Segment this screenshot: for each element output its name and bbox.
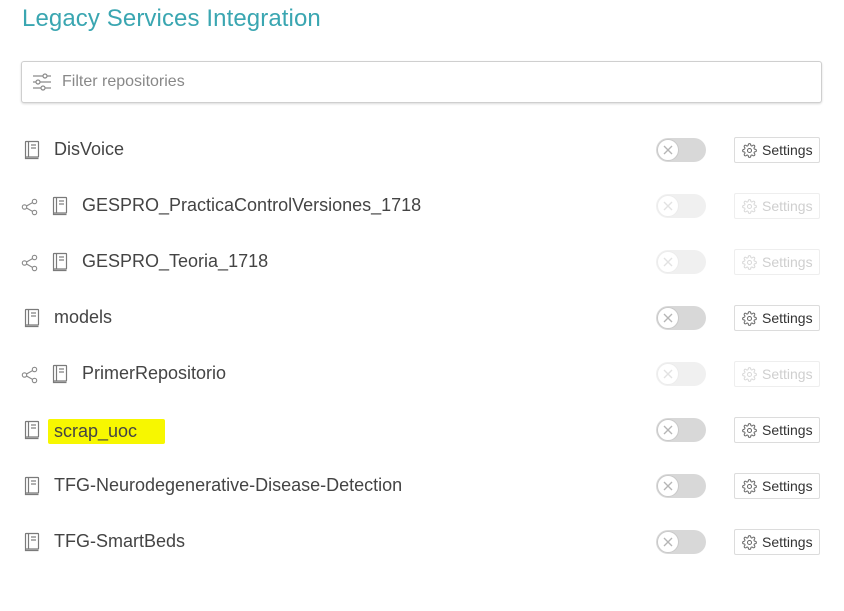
repository-toggle (656, 250, 706, 274)
repository-toggle[interactable] (656, 138, 706, 162)
repository-name: scrap_uoc (48, 419, 166, 444)
settings-label: Settings (762, 366, 813, 382)
repository-row: TFG-SmartBeds Settings (0, 515, 844, 571)
settings-button[interactable]: Settings (734, 137, 820, 163)
repository-toggle (656, 194, 706, 218)
repository-toggle (656, 362, 706, 386)
book-icon (51, 364, 69, 384)
repository-name: TFG-Neurodegenerative-Disease-Detection (54, 475, 403, 495)
toggle-knob (657, 363, 679, 385)
repository-toggle[interactable] (656, 418, 706, 442)
book-icon (23, 476, 41, 496)
toggle-knob (657, 475, 679, 497)
settings-button: Settings (734, 193, 820, 219)
book-icon (23, 140, 41, 160)
gear-icon (742, 142, 757, 158)
page-title: Legacy Services Integration (22, 5, 321, 32)
repository-name: DisVoice (54, 139, 125, 159)
settings-label: Settings (762, 534, 813, 550)
settings-label: Settings (762, 310, 813, 326)
gear-icon (742, 534, 757, 550)
gear-icon (742, 198, 757, 214)
repository-list: DisVoice Settings GESPRO_PracticaControlVe… (0, 123, 844, 571)
sliders-icon (32, 72, 52, 92)
close-icon (662, 256, 674, 268)
gear-icon (742, 478, 757, 494)
settings-label: Settings (762, 198, 813, 214)
book-icon (51, 196, 69, 216)
settings-button[interactable]: Settings (734, 305, 820, 331)
repository-toggle[interactable] (656, 306, 706, 330)
toggle-knob (657, 195, 679, 217)
repository-toggle[interactable] (656, 530, 706, 554)
repository-toggle[interactable] (656, 474, 706, 498)
book-icon (23, 420, 41, 440)
settings-button: Settings (734, 249, 820, 275)
repository-name: PrimerRepositorio (82, 363, 227, 383)
gear-icon (742, 366, 757, 382)
settings-label: Settings (762, 254, 813, 270)
settings-button[interactable]: Settings (734, 529, 820, 555)
repository-row: TFG-Neurodegenerative-Disease-Detection S… (0, 459, 844, 515)
repository-name: GESPRO_PracticaControlVersiones_1718 (82, 195, 422, 215)
close-icon (662, 312, 674, 324)
toggle-knob (657, 251, 679, 273)
close-icon (662, 536, 674, 548)
gear-icon (742, 254, 757, 270)
book-icon (23, 532, 41, 552)
share-icon (21, 366, 39, 384)
settings-label: Settings (762, 422, 813, 438)
repository-row: GESPRO_Teoria_1718 Settings (0, 235, 844, 291)
filter-box[interactable] (21, 61, 822, 103)
settings-label: Settings (762, 478, 813, 494)
repository-row: GESPRO_PracticaControlVersiones_1718 Sett… (0, 179, 844, 235)
settings-button[interactable]: Settings (734, 473, 820, 499)
settings-button[interactable]: Settings (734, 417, 820, 443)
settings-button: Settings (734, 361, 820, 387)
repository-name: TFG-SmartBeds (54, 531, 186, 551)
close-icon (662, 144, 674, 156)
repository-row: scrap_uoc Settings (0, 403, 844, 459)
close-icon (662, 480, 674, 492)
filter-repositories-input[interactable] (60, 72, 804, 92)
close-icon (662, 368, 674, 380)
gear-icon (742, 310, 757, 326)
repository-name: GESPRO_Teoria_1718 (82, 251, 269, 271)
toggle-knob (657, 307, 679, 329)
repository-row: PrimerRepositorio Settings (0, 347, 844, 403)
share-icon (21, 198, 39, 216)
settings-label: Settings (762, 142, 813, 158)
toggle-knob (657, 531, 679, 553)
toggle-knob (657, 419, 679, 441)
book-icon (23, 308, 41, 328)
repository-row: models Settings (0, 291, 844, 347)
share-icon (21, 254, 39, 272)
toggle-knob (657, 139, 679, 161)
gear-icon (742, 422, 757, 438)
repository-name: models (54, 307, 113, 327)
close-icon (662, 200, 674, 212)
repository-row: DisVoice Settings (0, 123, 844, 179)
book-icon (51, 252, 69, 272)
close-icon (662, 424, 674, 436)
